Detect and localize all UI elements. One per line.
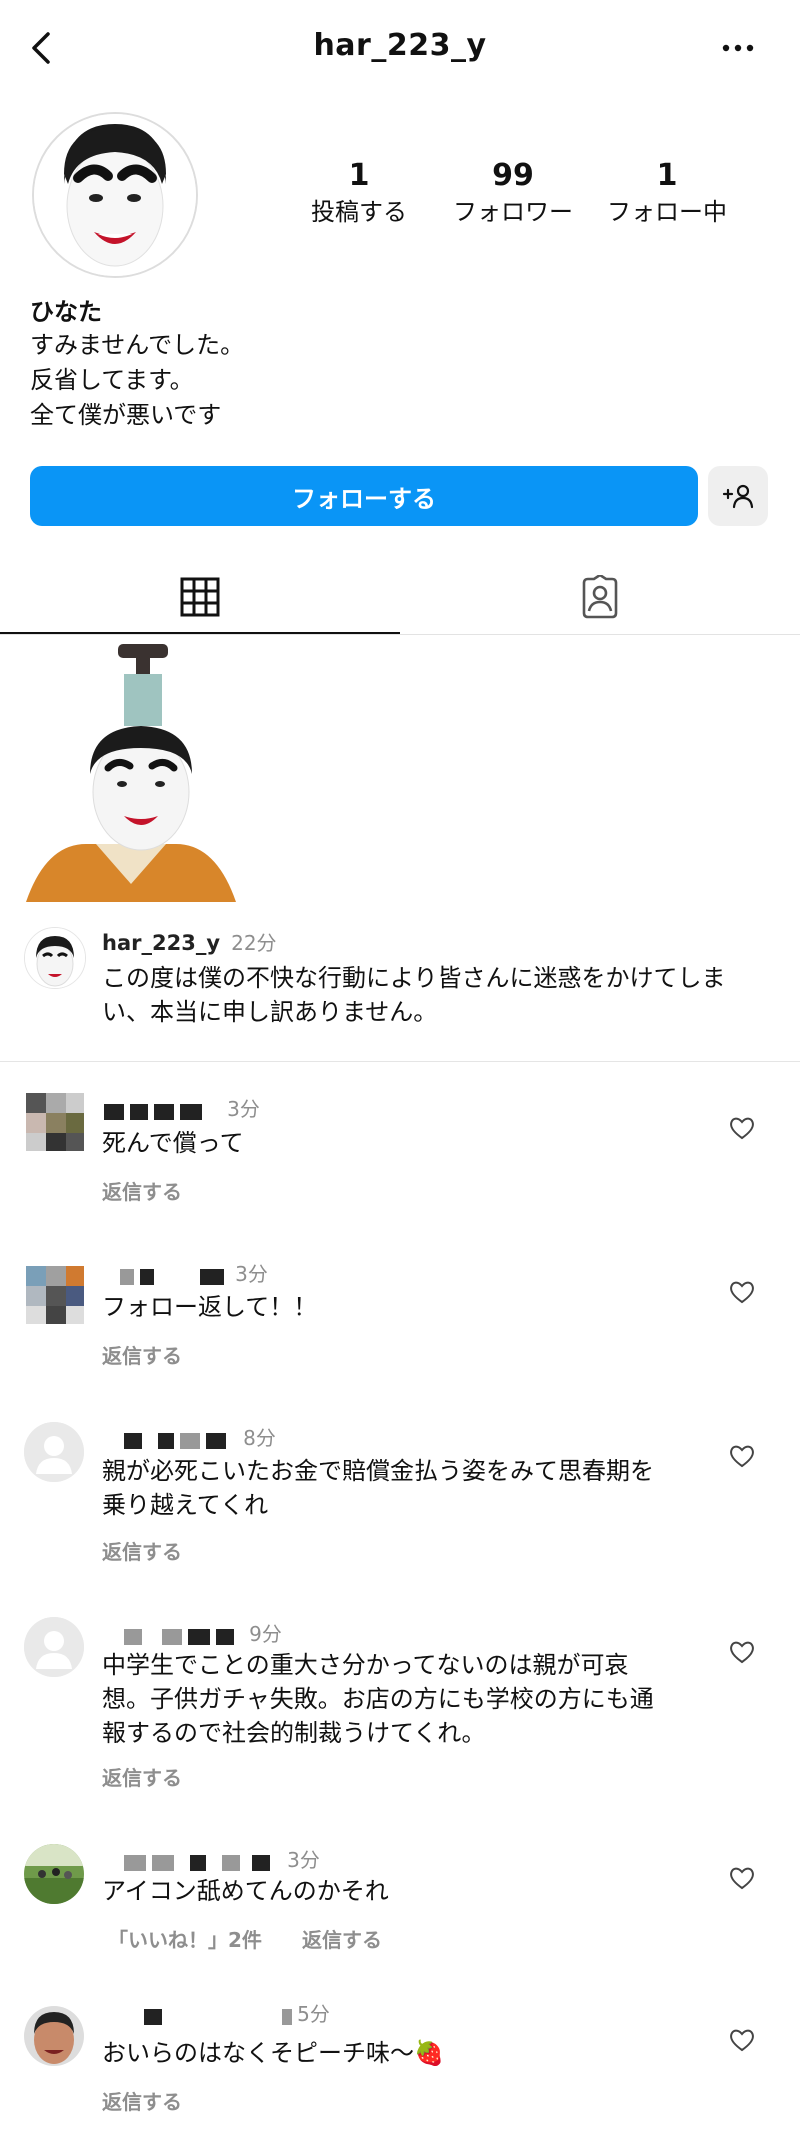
tab-posts-grid[interactable] (0, 560, 400, 634)
following-count[interactable]: 1 フォロー中 (592, 158, 742, 228)
comment-time: 3分 (287, 1848, 320, 1872)
comment-header: 3分 (104, 1093, 260, 1122)
like-comment-button[interactable] (728, 1442, 756, 1470)
like-comment-button[interactable] (728, 2026, 756, 2054)
comment-line: フォロー返して！！ (102, 1293, 318, 1321)
grid-icon (180, 577, 220, 617)
more-options-button[interactable] (718, 32, 758, 64)
caption-line: この度は僕の不快な行動により皆さんに迷惑をかけてしま (102, 964, 726, 992)
more-horizontal-icon (722, 44, 754, 52)
likes-count-link[interactable]: 「いいね！」2件 (108, 1924, 262, 1953)
comment-text: フォロー返して！！ (102, 1290, 317, 1324)
followers-count-label: フォロワー (453, 198, 573, 226)
heart-icon (730, 1867, 754, 1890)
comment-avatar[interactable] (24, 1844, 84, 1904)
following-count-label: フォロー中 (607, 198, 727, 226)
heart-icon (730, 2029, 754, 2052)
caption-header: har_223_y 22分 (102, 927, 277, 956)
heart-icon (730, 1281, 754, 1304)
caption-avatar[interactable] (24, 927, 86, 989)
comment-time: 3分 (235, 1262, 268, 1286)
profile-bio: すみませんでした。 反省してます。 全て僕が悪いです (30, 328, 244, 433)
redacted-username (120, 1266, 230, 1285)
follow-button[interactable]: フォローする (30, 466, 698, 526)
post-image[interactable] (26, 644, 236, 902)
tabs-divider (0, 634, 800, 635)
caption-text: この度は僕の不快な行動により皆さんに迷惑をかけてしま い、本当に申し訳ありません… (102, 961, 726, 1029)
comment-line: 乗り越えてくれ (102, 1491, 269, 1519)
redacted-username (124, 1430, 232, 1449)
suggested-users-button[interactable] (708, 466, 768, 526)
like-comment-button[interactable] (728, 1638, 756, 1666)
reply-button[interactable]: 返信する (302, 1924, 382, 1953)
comment-line: アイコン舐めてんのかそれ (102, 1877, 389, 1905)
display-name: ひなた (30, 298, 102, 326)
tagged-person-icon (582, 575, 618, 619)
comment-text: 死んで償って (102, 1126, 244, 1160)
comment-line: 親が必死こいたお金で賠償金払う姿をみて思春期を (102, 1457, 654, 1485)
comment-line: 中学生でことの重大さ分かってないのは親が可哀 (102, 1651, 629, 1679)
bio-line: すみませんでした。 (30, 331, 245, 359)
comment-line: 報するので社会的制裁うけてくれ。 (102, 1719, 486, 1747)
comment-header: 3分 (124, 1844, 320, 1873)
posts-count-label: 投稿する (311, 198, 407, 226)
comment-avatar[interactable] (24, 1617, 84, 1677)
reply-button[interactable]: 返信する (102, 1536, 182, 1565)
comment-line: おいらのはなくそピーチ味〜🍓 (102, 2039, 444, 2067)
caption-line: い、本当に申し訳ありません。 (102, 998, 438, 1026)
comment-time: 5分 (297, 2002, 330, 2026)
default-avatar-icon (24, 1617, 84, 1677)
followers-count-number: 99 (492, 158, 534, 193)
default-avatar-icon (24, 1422, 84, 1482)
comment-text: おいらのはなくそピーチ味〜🍓 (102, 2036, 444, 2070)
heart-icon (730, 1445, 754, 1468)
followers-count[interactable]: 99 フォロワー (438, 158, 588, 228)
like-comment-button[interactable] (728, 1114, 756, 1142)
comment-text: 親が必死こいたお金で賠償金払う姿をみて思春期を 乗り越えてくれ (102, 1454, 654, 1522)
reply-button[interactable]: 返信する (102, 2086, 182, 2115)
redacted-username (124, 1852, 276, 1871)
following-count-number: 1 (656, 158, 678, 193)
comment-time: 3分 (227, 1097, 260, 1121)
comment-time: 9分 (249, 1622, 282, 1646)
reply-button[interactable]: 返信する (102, 1340, 182, 1369)
redacted-username (124, 1626, 240, 1645)
comment-line: 死んで償って (102, 1129, 244, 1157)
comment-text: 中学生でことの重大さ分かってないのは親が可哀 想。子供ガチャ失敗。お店の方にも学… (102, 1648, 654, 1750)
bio-line: 全て僕が悪いです (30, 401, 222, 429)
caption-time: 22分 (231, 931, 277, 955)
comment-avatar[interactable] (26, 1093, 84, 1151)
caption-divider (0, 1061, 800, 1062)
like-comment-button[interactable] (728, 1864, 756, 1892)
comment-time: 8分 (243, 1426, 276, 1450)
redacted-username (144, 2006, 292, 2025)
comment-header: 8分 (124, 1422, 276, 1451)
comment-header: 3分 (120, 1258, 268, 1287)
caption-username[interactable]: har_223_y (102, 931, 220, 955)
posts-count-number: 1 (348, 158, 370, 193)
comment-avatar[interactable] (24, 2006, 84, 2066)
posts-count[interactable]: 1 投稿する (284, 158, 434, 228)
redacted-username (104, 1101, 208, 1120)
comment-header: 5分 (144, 1998, 330, 2027)
comment-text: アイコン舐めてんのかそれ (102, 1874, 389, 1908)
reply-button[interactable]: 返信する (102, 1176, 182, 1205)
like-comment-button[interactable] (728, 1278, 756, 1306)
comment-avatar[interactable] (24, 1422, 84, 1482)
comment-avatar[interactable] (26, 1266, 84, 1324)
add-person-icon (722, 484, 754, 509)
heart-icon (730, 1117, 754, 1140)
comment-header: 9分 (124, 1618, 282, 1647)
profile-avatar[interactable] (32, 112, 198, 278)
comment-line: 想。子供ガチャ失敗。お店の方にも学校の方にも通 (102, 1685, 654, 1713)
profile-username-title: har_223_y (313, 28, 487, 63)
bio-line: 反省してます。 (30, 366, 194, 394)
reply-button[interactable]: 返信する (102, 1762, 182, 1791)
heart-icon (730, 1641, 754, 1664)
tab-tagged[interactable] (400, 560, 800, 634)
